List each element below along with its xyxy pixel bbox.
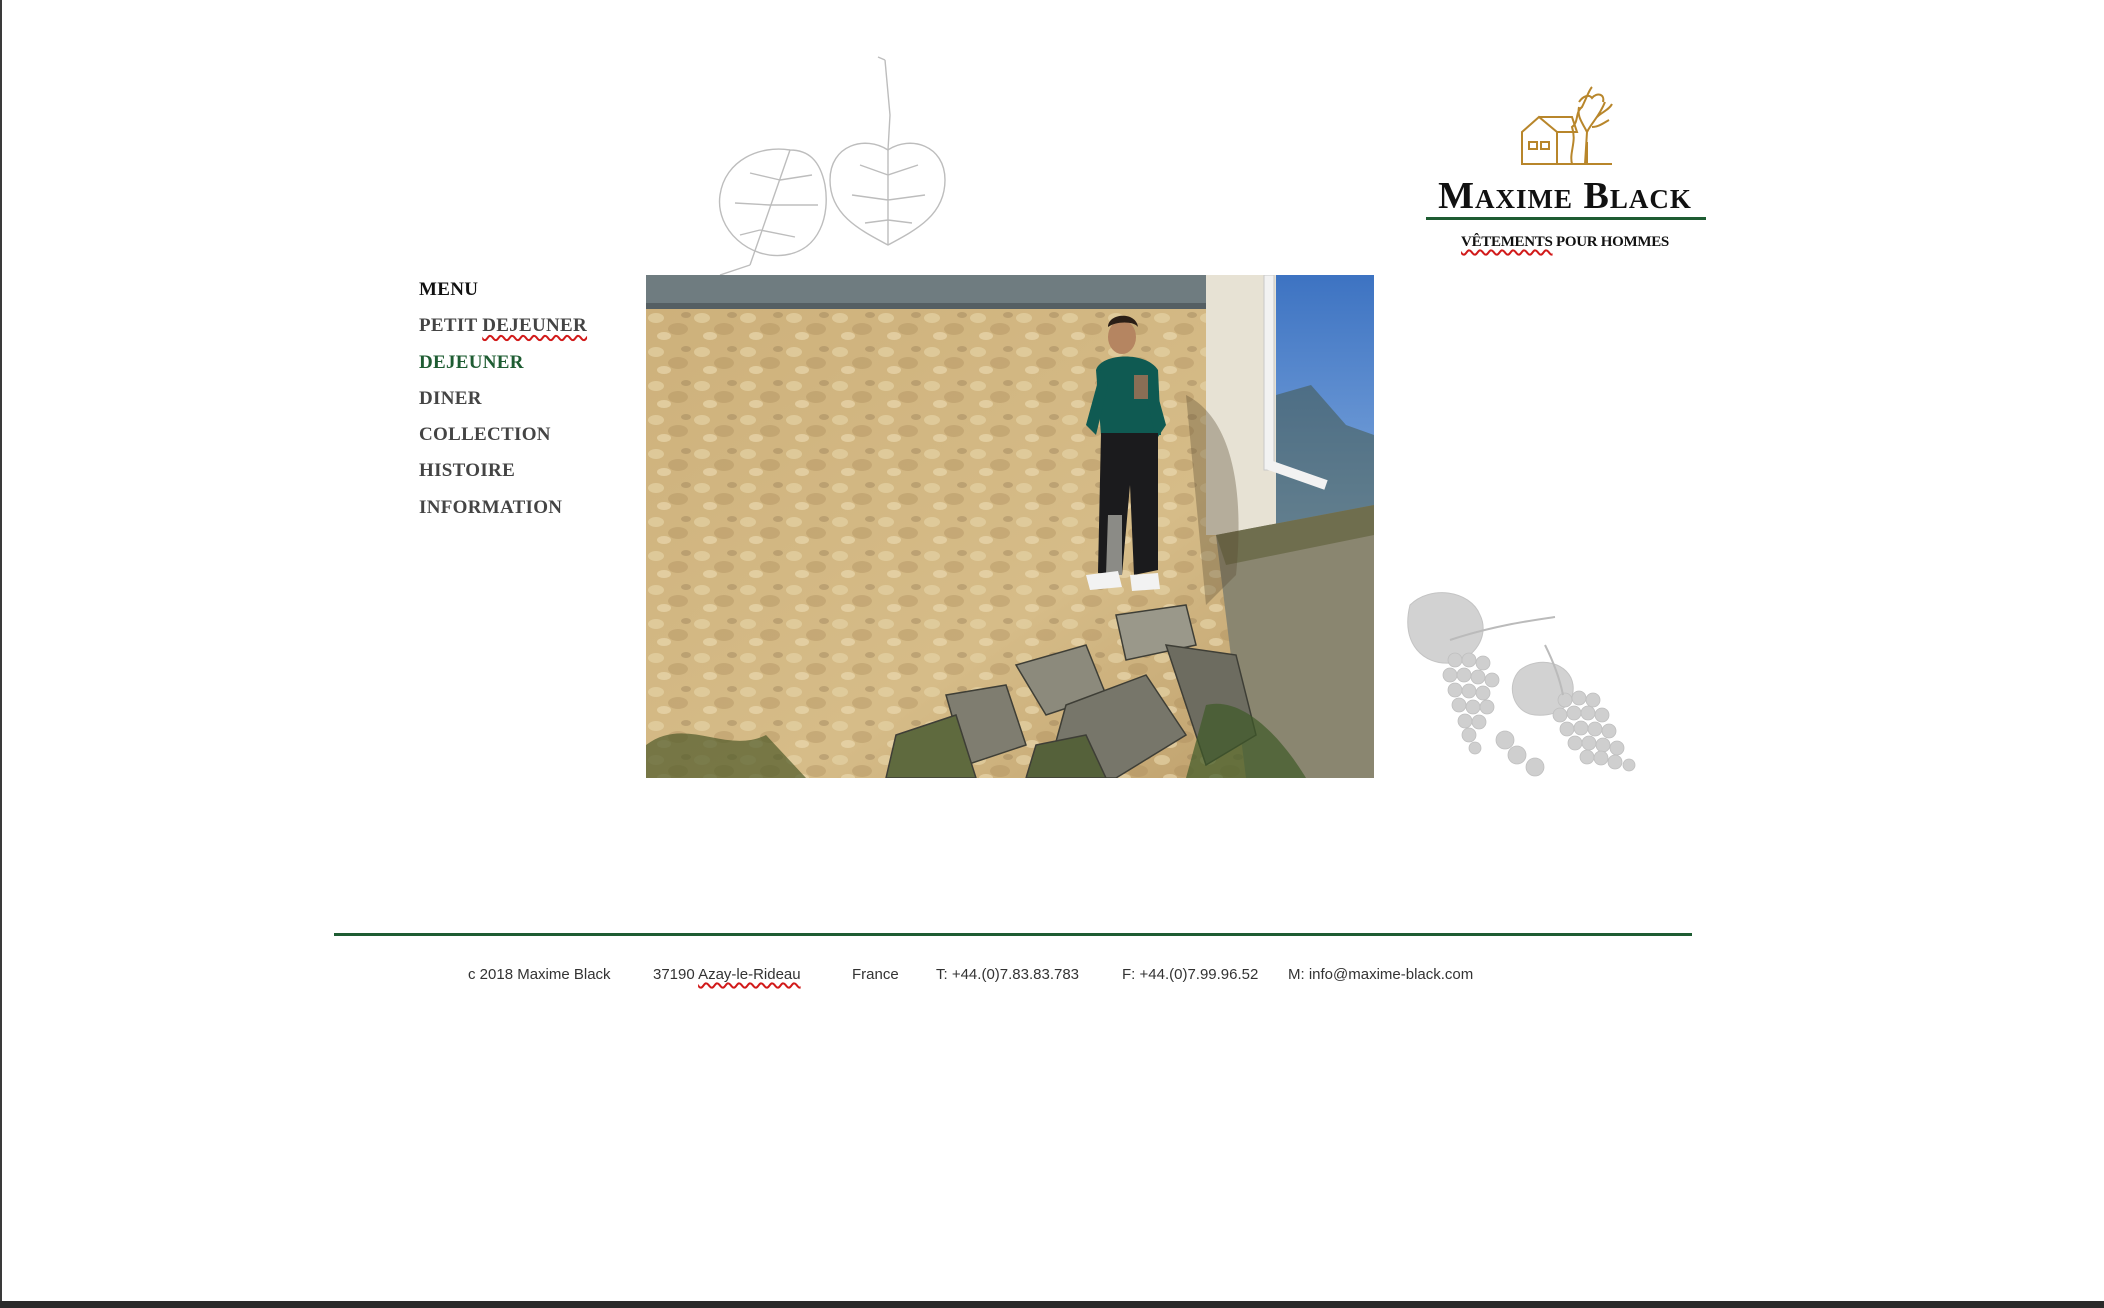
menu-item-label-misspelled: DEJEUNER xyxy=(482,315,588,337)
menu-item-information[interactable]: INFORMATION xyxy=(419,490,587,526)
fig-leaves-icon xyxy=(690,55,960,276)
man-standing-on-stone-blocks-photo xyxy=(646,275,1374,778)
menu-heading[interactable]: MENU xyxy=(419,272,587,308)
brand-logo[interactable]: Maxime Black VÊTEMENTS POUR HOMMES xyxy=(1420,82,1710,262)
menu-item-label: PETIT xyxy=(419,315,483,337)
house-and-tree-icon xyxy=(1517,82,1617,168)
footer-email[interactable]: M: info@maxime-black.com xyxy=(1288,966,1473,983)
footer-address: 37190 Azay-le-Rideau xyxy=(653,966,801,983)
footer-fax: F: +44.(0)7.99.96.52 xyxy=(1122,966,1259,983)
brand-divider xyxy=(1426,217,1706,220)
menu-item-dejeuner[interactable]: DEJEUNER xyxy=(419,345,587,381)
footer-postcode: 37190 xyxy=(653,966,699,983)
menu-item-collection[interactable]: COLLECTION xyxy=(419,417,587,453)
menu-item-diner[interactable]: DINER xyxy=(419,381,587,417)
brand-name: Maxime Black xyxy=(1438,175,1692,217)
footer-country: France xyxy=(852,966,899,983)
footer-phone[interactable]: T: +44.(0)7.83.83.783 xyxy=(936,966,1079,983)
footer-copyright: c 2018 Maxime Black xyxy=(468,966,611,983)
grapes-icon xyxy=(1395,585,1695,800)
menu-item-histoire[interactable]: HISTOIRE xyxy=(419,453,587,489)
footer-town: Azay-le-Rideau xyxy=(698,966,801,983)
menu-item-petit-dejeuner[interactable]: PETIT DEJEUNER xyxy=(419,308,587,344)
footer-divider xyxy=(334,933,1692,936)
main-menu: MENU PETIT DEJEUNER DEJEUNER DINER COLLE… xyxy=(419,272,587,526)
brand-tagline-word: VÊTEMENTS xyxy=(1461,234,1553,250)
brand-tagline-rest: POUR HOMMES xyxy=(1552,234,1669,250)
brand-tagline: VÊTEMENTS POUR HOMMES xyxy=(1420,234,1710,251)
window-left-edge xyxy=(0,0,2,1308)
window-bottom-edge xyxy=(0,1301,2104,1308)
